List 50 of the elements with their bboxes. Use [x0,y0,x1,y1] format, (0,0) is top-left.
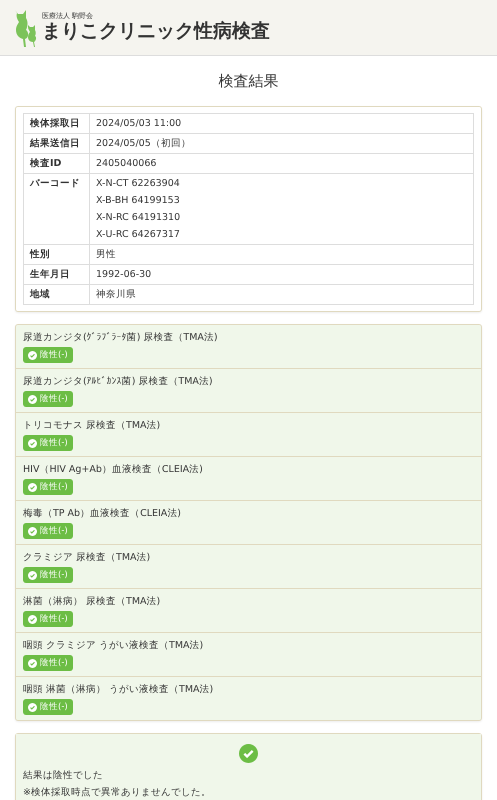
info-value: 神奈川県 [96,288,137,302]
info-label: 結果送信日 [24,134,90,154]
summary-text: 結果は陰性でした [23,769,104,783]
check-icon [28,350,37,360]
result-badge: 陰性(-) [23,611,73,627]
info-value: X-U-RC 64267317 [96,228,181,242]
info-label: 生年月日 [24,264,90,284]
check-icon [28,526,37,536]
check-icon [28,438,37,448]
test-name: 咽頭 クラミジア うがい液検査（TMA法) [23,639,204,653]
check-icon [28,394,37,404]
check-icon [239,744,258,763]
test-name: 尿道カンジタ(ｱﾙﾋﾞｶﾝｽ菌) 尿検査（TMA法) [23,375,214,389]
info-value: X-N-CT 62263904 [96,177,181,191]
info-value: 2024/05/03 11:00 [96,117,182,131]
result-badge: 陰性(-) [23,479,73,495]
check-icon [28,482,37,492]
result-badge: 陰性(-) [23,655,73,671]
info-label: バーコード [24,174,90,244]
check-icon [28,614,37,624]
cat-logo-icon [14,8,38,48]
test-name: 梅毒（TP Ab）血液検査（CLEIA法) [23,507,182,521]
result-badge: 陰性(-) [23,435,73,451]
info-label: 地域 [24,284,90,304]
test-name: HIV（HIV Ag+Ab）血液検査（CLEIA法) [23,463,204,477]
info-label: 性別 [24,244,90,264]
info-label: 検体採取日 [24,114,90,134]
info-label: 検査ID [24,154,90,174]
test-name: 淋菌（淋病） 尿検査（TMA法) [23,595,162,609]
info-value: 2024/05/05（初回） [96,137,192,151]
summary-text: ※検体採取時点で異常ありませんでした。 [23,786,212,800]
check-icon [28,702,37,712]
info-value: X-N-RC 64191310 [96,211,182,225]
info-value: X-B-BH 64199153 [96,194,181,208]
page-title: 検査結果 [218,71,280,92]
test-name: クラミジア 尿検査（TMA法) [23,551,152,565]
info-value: 1992-06-30 [96,268,152,282]
result-badge: 陰性(-) [23,523,73,539]
result-badge: 陰性(-) [23,699,73,715]
test-name: 尿道カンジタ(ｸﾞﾗﾌﾞﾗｰﾀ菌) 尿検査（TMA法) [23,331,219,345]
info-value: 男性 [96,248,117,262]
site-title: まりこクリニック性病検査 [42,20,270,42]
check-icon [28,658,37,668]
test-name: 咽頭 淋菌（淋病） うがい液検査（TMA法) [23,683,214,697]
result-badge: 陰性(-) [23,391,73,407]
check-icon [28,570,37,580]
result-badge: 陰性(-) [23,347,73,363]
info-value: 2405040066 [96,157,158,171]
test-name: トリコモナス 尿検査（TMA法) [23,419,162,433]
result-badge: 陰性(-) [23,567,73,583]
